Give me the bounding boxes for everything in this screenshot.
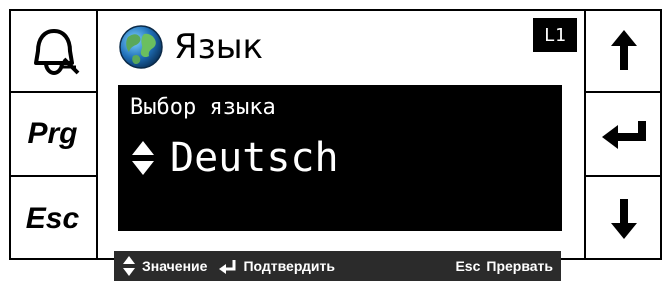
hint-esc-label: Esc <box>455 258 481 274</box>
up-down-icon <box>132 141 154 175</box>
esc-label: Esc <box>25 201 80 235</box>
prg-label: Prg <box>27 117 78 150</box>
left-key-column: Prg Esc <box>9 9 98 260</box>
enter-icon <box>602 121 646 149</box>
enter-button[interactable] <box>586 93 662 177</box>
language-value: Deutsch <box>170 135 339 181</box>
hint-confirm-label: Подтвердить <box>243 258 335 274</box>
arrow-down-icon <box>611 198 637 239</box>
up-down-icon <box>123 256 135 276</box>
hint-confirm: Подтвердить <box>219 258 335 274</box>
hint-value-label: Значение <box>142 258 208 274</box>
down-button[interactable] <box>586 177 662 260</box>
access-level-badge: L1 <box>533 18 577 52</box>
display-screen: Язык L1 Выбор языка Deutsch Значение Под <box>98 9 584 281</box>
enter-icon <box>219 260 236 274</box>
hint-cancel-label: Прервать <box>486 258 553 274</box>
page-title: Язык <box>174 27 264 67</box>
up-button[interactable] <box>586 9 662 93</box>
esc-button[interactable]: Esc <box>9 177 96 260</box>
alarm-button[interactable] <box>9 9 96 93</box>
field-label: Выбор языка <box>130 95 276 120</box>
language-value-row[interactable]: Deutsch <box>130 135 339 181</box>
language-select-panel[interactable]: Выбор языка Deutsch <box>118 85 562 231</box>
hint-bar: Значение Подтвердить Esc Прервать <box>114 251 561 281</box>
right-key-column <box>584 9 662 260</box>
hint-cancel: Esc Прервать <box>455 258 553 274</box>
prg-button[interactable]: Prg <box>9 93 96 177</box>
alarm-bell-icon <box>33 29 79 76</box>
globe-icon <box>119 25 163 69</box>
hint-value: Значение <box>122 255 207 277</box>
arrow-up-icon <box>611 30 637 70</box>
screen-header: Язык <box>118 21 263 73</box>
